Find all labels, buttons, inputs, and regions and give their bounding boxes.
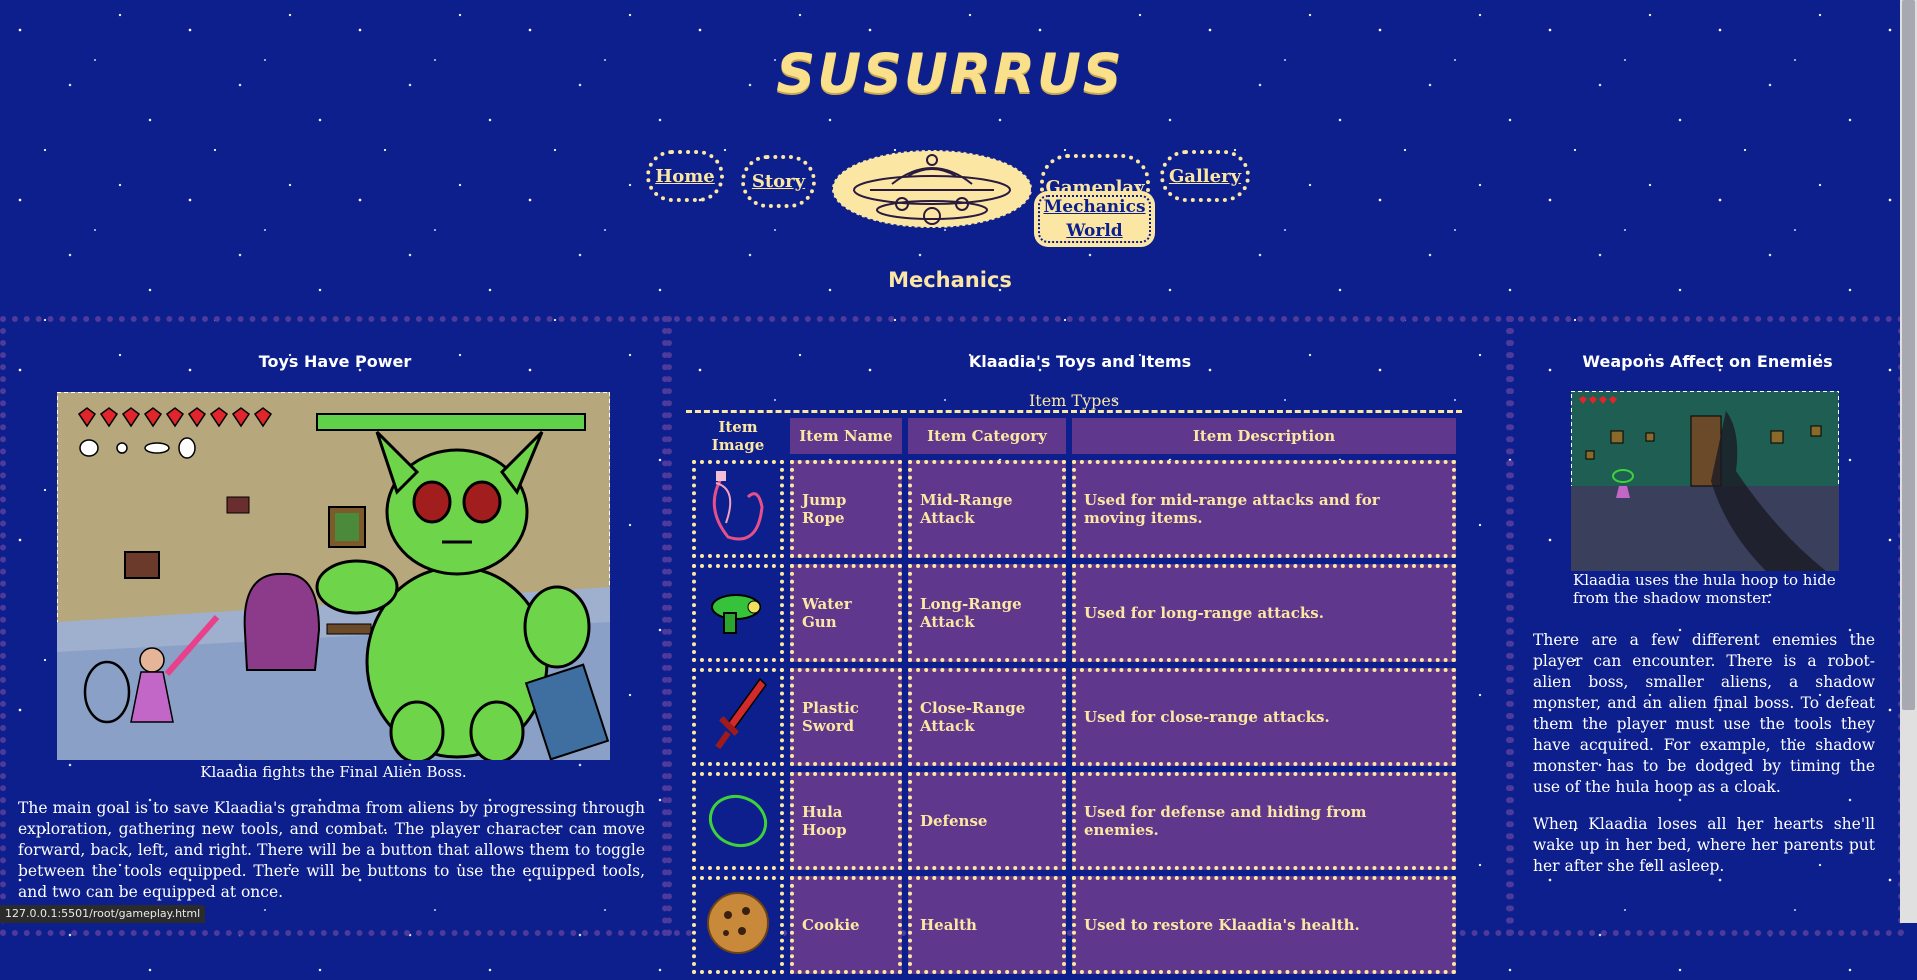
scrollbar-thumb[interactable]: [1902, 0, 1915, 710]
item-category: Long-Range Attack: [908, 564, 1066, 662]
shadow-monster-screenshot: [1571, 391, 1839, 571]
left-paragraph: The main goal is to save Klaadia's grand…: [18, 799, 645, 901]
cookie-icon: [692, 876, 784, 974]
page-heading: Mechanics: [888, 268, 1012, 292]
left-section-heading: Toys Have Power: [258, 352, 412, 371]
table-row: Hula Hoop Defense Used for defense and h…: [692, 772, 1456, 870]
table-caption: Item Types: [1028, 391, 1120, 410]
table-row: Cookie Health Used to restore Klaadia's …: [692, 876, 1456, 974]
gameplay-dropdown: Mechanics World: [1034, 191, 1155, 247]
dropdown-world-link[interactable]: World: [1066, 219, 1122, 243]
dropdown-mechanics-link[interactable]: Mechanics: [1043, 195, 1145, 219]
water-gun-icon: [692, 564, 784, 662]
table-row: Jump Rope Mid-Range Attack Used for mid-…: [692, 460, 1456, 558]
col-item-image: Item Image: [711, 418, 765, 454]
item-description: Used for close-range attacks.: [1072, 668, 1456, 766]
center-section-heading: Klaadia's Toys and Items: [968, 352, 1192, 371]
table-row: Plastic Sword Close-Range Attack Used fo…: [692, 668, 1456, 766]
left-image-caption: Klaadia fights the Final Alien Boss.: [200, 763, 467, 781]
nav-home-link[interactable]: Home: [646, 150, 724, 202]
table-row: Water Gun Long-Range Attack Used for lon…: [692, 564, 1456, 662]
item-description: Used for defense and hiding from enemies…: [1072, 772, 1456, 870]
item-category: Close-Range Attack: [908, 668, 1066, 766]
right-section-heading: Weapons Affect on Enemies: [1582, 352, 1833, 371]
plastic-sword-icon: [692, 668, 784, 766]
item-name: Hula Hoop: [790, 772, 902, 870]
col-item-description: Item Description: [1072, 418, 1456, 454]
item-description: Used for mid-range attacks and for movin…: [1072, 460, 1456, 558]
table-header-row: Item Image Item Name Item Category Item …: [692, 418, 1456, 454]
hula-hoop-icon: [692, 772, 784, 870]
ufo-logo-icon[interactable]: [830, 148, 1035, 230]
col-item-category: Item Category: [908, 418, 1066, 454]
nav-story-link[interactable]: Story: [741, 155, 816, 208]
item-description: Used to restore Klaadia's health.: [1072, 876, 1456, 974]
col-item-name: Item Name: [790, 418, 902, 454]
right-image-caption: Klaadia uses the hula hoop to hide from …: [1573, 571, 1836, 607]
item-name: Cookie: [790, 876, 902, 974]
nav-gallery-link[interactable]: Gallery: [1160, 150, 1250, 202]
site-title: SUSURRUS: [776, 42, 1124, 105]
right-paragraph-2: When Klaadia loses all her hearts she'll…: [1533, 815, 1875, 875]
item-category: Health: [908, 876, 1066, 974]
item-name: Jump Rope: [790, 460, 902, 558]
status-bar-url: 127.0.0.1:5501/root/gameplay.html: [0, 905, 206, 923]
item-category: Defense: [908, 772, 1066, 870]
items-table: Item Image Item Name Item Category Item …: [686, 412, 1462, 980]
item-name: Plastic Sword: [790, 668, 902, 766]
right-paragraph-1: There are a few different enemies the pl…: [1533, 631, 1875, 796]
final-boss-screenshot: [57, 392, 610, 760]
vertical-scrollbar[interactable]: [1900, 0, 1917, 923]
item-name: Water Gun: [790, 564, 902, 662]
jump-rope-icon: [692, 460, 784, 558]
item-category: Mid-Range Attack: [908, 460, 1066, 558]
item-description: Used for long-range attacks.: [1072, 564, 1456, 662]
